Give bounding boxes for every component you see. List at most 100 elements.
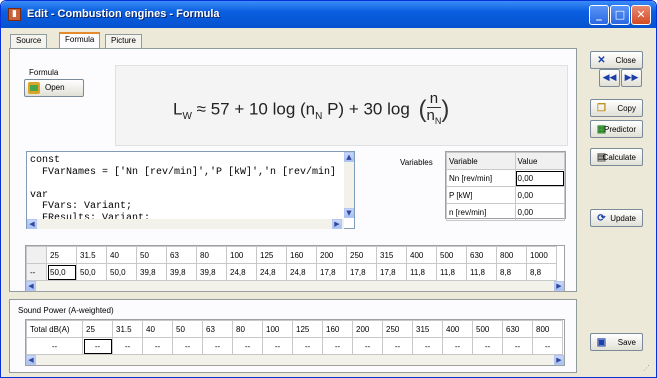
frequency-header: 500 [436,246,467,264]
sound-value-cell: -- [472,337,503,355]
next-button[interactable]: ▶▶ [621,69,642,87]
variable-value-cell[interactable]: 0,00 [514,203,566,221]
sound-horizontal-scrollbar[interactable]: ◀ ▶ [26,355,564,365]
sound-header: 160 [322,320,353,338]
sound-value-cell: -- [26,337,83,355]
spectrum-value-cell[interactable]: 24,8 [226,263,257,281]
spectrum-value-cell[interactable]: 50,0 [106,263,137,281]
formula-group-label: Formula [29,68,59,77]
script-code: const FVarNames = ['Nn [rev/min]','P [kW… [30,155,337,221]
spectrum-value-cell[interactable]: 24,8 [286,263,317,281]
frequency-header: 200 [316,246,347,264]
frequency-header: 1000 [526,246,557,264]
minimize-button[interactable]: _ [589,5,609,25]
scroll-right-button[interactable]: ▶ [554,281,564,291]
variables-header-value: Value [514,152,566,170]
variable-name: n [rev/min] [446,203,516,221]
scroll-up-button[interactable]: ▲ [344,152,354,162]
open-button[interactable]: Open [24,79,84,97]
sound-header: 25 [82,320,113,338]
spectrum-corner-cell [26,246,47,264]
copy-button[interactable]: ❐ Copy [590,99,643,117]
close-window-button[interactable]: ✕ [631,5,651,25]
script-vertical-scrollbar[interactable]: ▲ ▼ [344,152,354,218]
scroll-right-button[interactable]: ▶ [554,355,564,365]
spectrum-value-cell[interactable]: 24,8 [256,263,287,281]
spectrum-grid[interactable]: 25 31.5 40 50 63 80 100 125 160 200 250 … [25,245,565,292]
sound-value-cell: -- [112,337,143,355]
sound-value-cell: -- [442,337,473,355]
sound-header: 31.5 [112,320,143,338]
spectrum-value-cell[interactable]: 11,8 [406,263,437,281]
spectrum-value-cell[interactable]: 17,8 [316,263,347,281]
app-icon: ▮ [8,8,21,21]
spectrum-value-cell[interactable]: 17,8 [346,263,377,281]
sound-value-cell: -- [142,337,173,355]
close-x-icon: ✕ [597,55,606,66]
scroll-left-button[interactable]: ◀ [26,355,36,365]
sound-header: 125 [292,320,323,338]
update-button[interactable]: ⟳ Update [590,209,643,227]
scroll-left-button[interactable]: ◀ [26,281,36,291]
spectrum-value-cell[interactable]: 8,8 [526,263,557,281]
tab-picture[interactable]: Picture [105,34,142,48]
formula-preview: LW ≈ 57 + 10 log (nN P) + 30 log (n nN) [115,65,568,146]
sound-value-cell: -- [352,337,383,355]
scroll-right-button[interactable]: ▶ [332,219,342,229]
variables-table[interactable]: Variable Value Nn [rev/min] 0,00 P [kW] … [445,151,566,221]
tab-source[interactable]: Source [10,34,48,48]
frequency-header: 400 [406,246,437,264]
open-button-label: Open [45,83,65,92]
previous-button[interactable]: ◀◀ [599,69,620,87]
frequency-header: 630 [466,246,497,264]
spectrum-value-cell[interactable]: 11,8 [466,263,497,281]
tab-formula[interactable]: Formula [59,32,101,49]
spectrum-value-cell[interactable]: 39,8 [136,263,167,281]
frequency-header: 100 [226,246,257,264]
spectrum-horizontal-scrollbar[interactable]: ◀ ▶ [26,281,564,291]
variable-name: P [kW] [446,186,516,204]
window-title: Edit - Combustion engines - Formula [27,8,220,20]
sound-header: 250 [382,320,413,338]
sound-value-cell: -- [202,337,233,355]
sound-header: 200 [352,320,383,338]
script-horizontal-scrollbar[interactable]: ◀ ▶ [27,219,344,229]
calculate-button[interactable]: ▤ Calculate [590,148,643,166]
sound-header: 80 [232,320,263,338]
title-bar[interactable]: ▮ Edit - Combustion engines - Formula _ … [1,1,656,28]
close-button[interactable]: ✕ Close [590,51,643,69]
sound-power-grid[interactable]: Total dB(A) 25 31.5 40 50 63 80 100 125 … [25,319,565,366]
sound-value-cell: -- [412,337,443,355]
frequency-header: 25 [46,246,77,264]
variable-value-cell[interactable]: 0,00 [514,186,566,204]
frequency-header: 63 [166,246,197,264]
sound-value-cell: -- [382,337,413,355]
copy-icon: ❐ [597,103,606,114]
maximize-button[interactable]: □ [610,5,630,25]
sound-value-cell: -- [292,337,323,355]
spectrum-value-cell[interactable]: 50,0 [76,263,107,281]
script-editor[interactable]: const FVarNames = ['Nn [rev/min]','P [kW… [26,151,355,229]
spectrum-value-cell[interactable]: 39,8 [196,263,227,281]
sound-value-cell[interactable]: -- [82,337,113,355]
sound-header: 800 [532,320,563,338]
spectrum-value-cell[interactable]: 11,8 [436,263,467,281]
spectrum-value-cell[interactable]: 8,8 [496,263,527,281]
variable-value-cell[interactable]: 0,00 [514,169,566,187]
predictor-button[interactable]: ▦ Predictor [590,120,643,138]
sound-value-cell: -- [262,337,293,355]
sound-header: 630 [502,320,533,338]
spectrum-value-cell[interactable]: 17,8 [376,263,407,281]
sound-header: 40 [142,320,173,338]
scroll-left-button[interactable]: ◀ [27,219,37,229]
resize-grip-icon[interactable]: ⋰ [643,364,653,374]
spectrum-value-cell[interactable]: 50,0 [46,263,77,281]
scroll-down-button[interactable]: ▼ [344,208,354,218]
save-button[interactable]: ▣ Save [590,333,643,351]
spectrum-value-cell[interactable]: 39,8 [166,263,197,281]
frequency-header: 160 [286,246,317,264]
sound-value-cell: -- [532,337,563,355]
update-icon: ⟳ [597,213,606,224]
sound-power-title: Sound Power (A-weighted) [18,306,114,315]
frequency-header: 800 [496,246,527,264]
